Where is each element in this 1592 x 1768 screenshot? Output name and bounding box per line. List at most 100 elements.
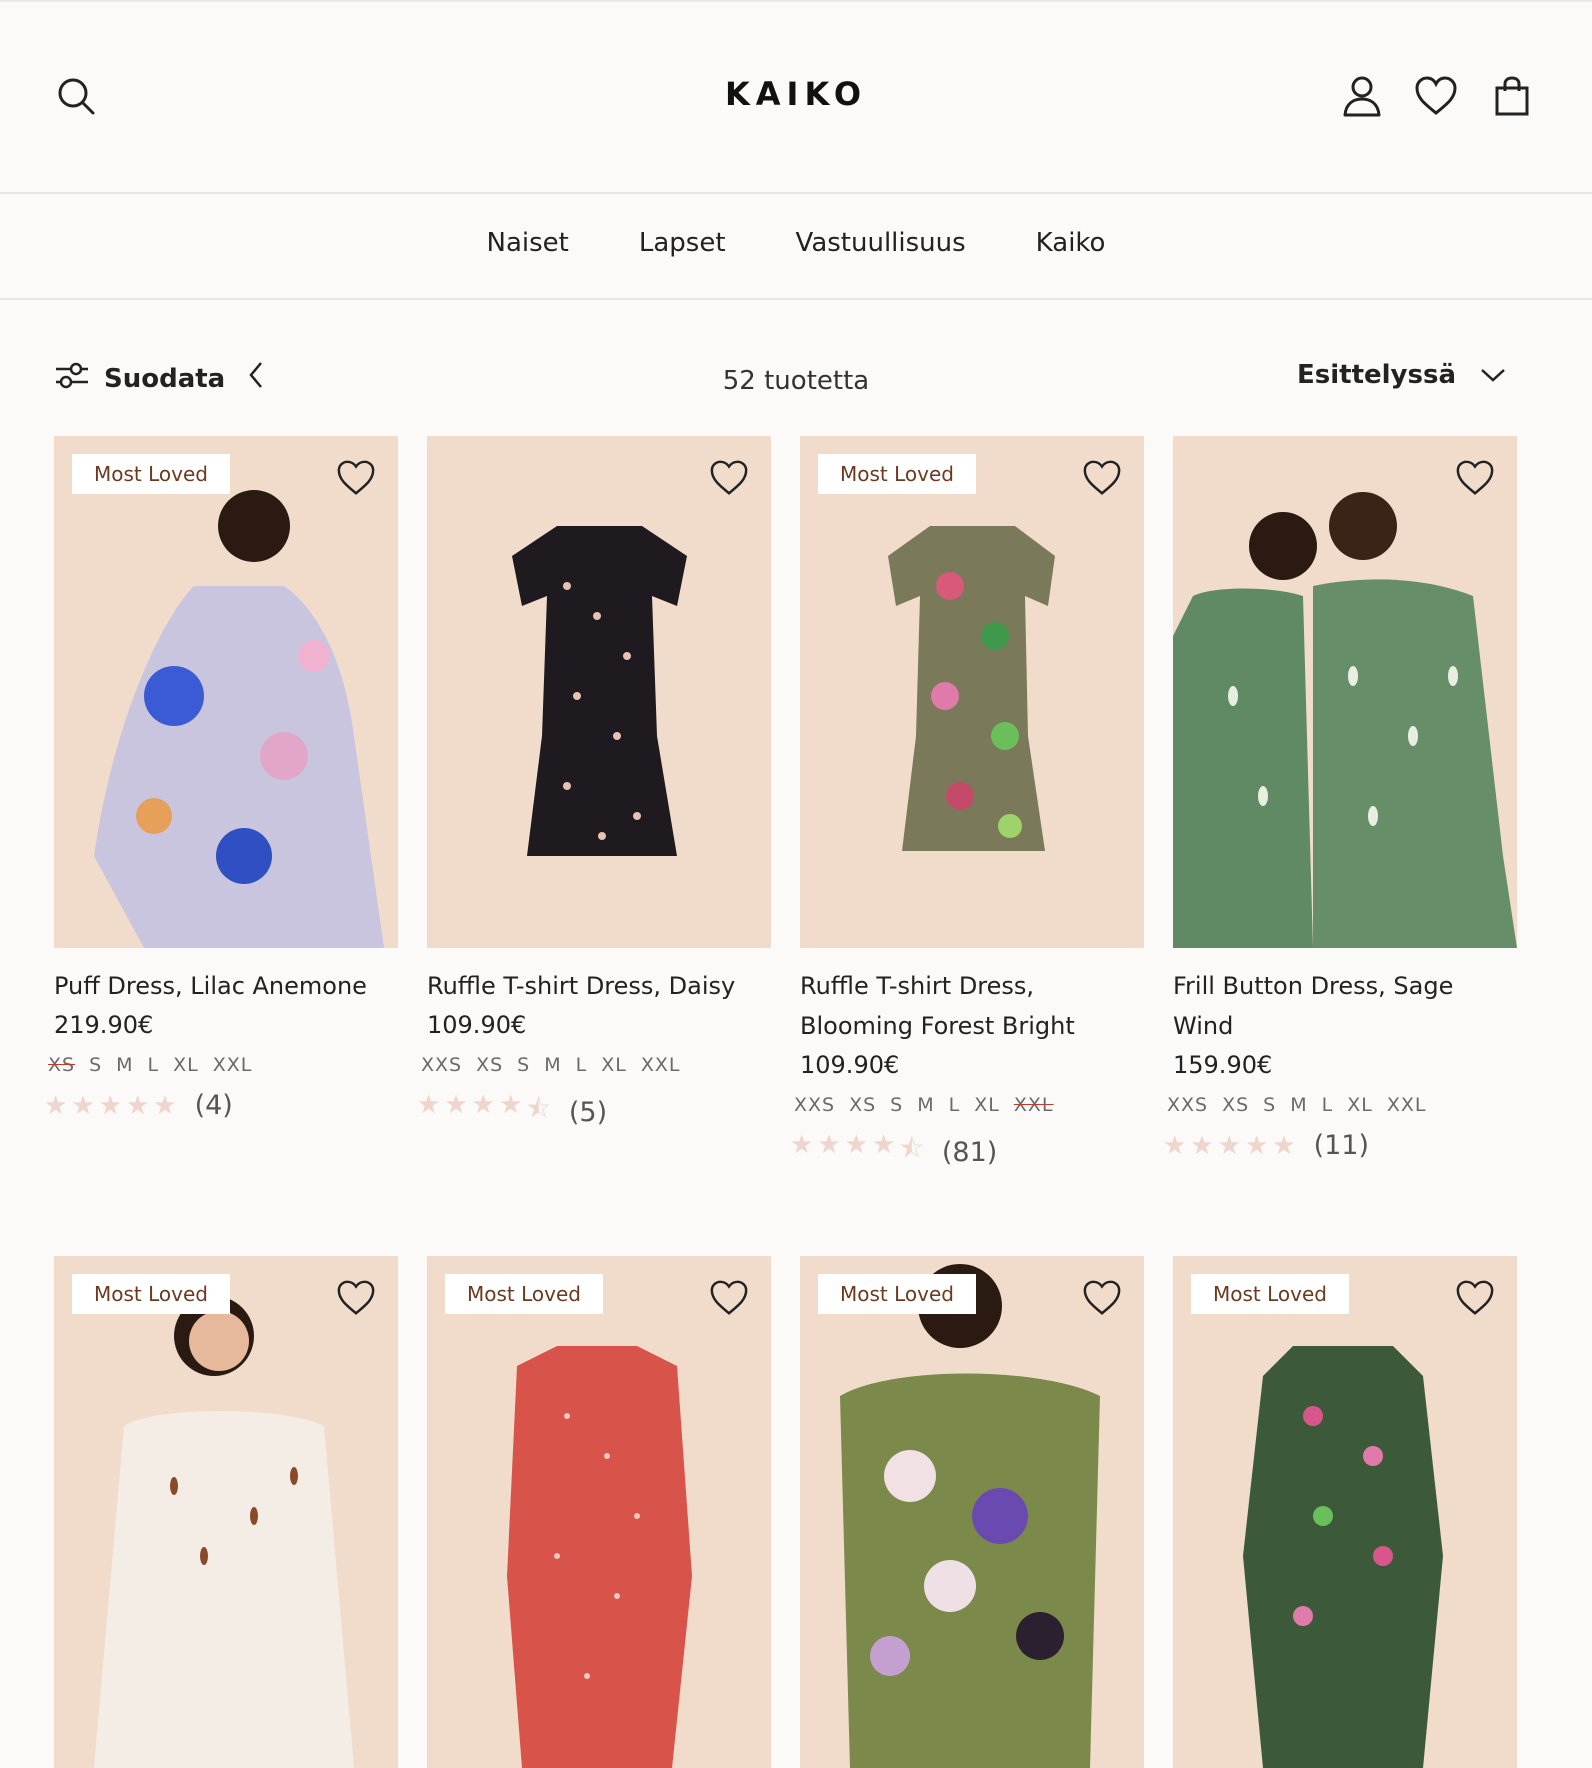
star-icon: ★ [1217,1130,1241,1161]
most-loved-badge: Most Loved [818,454,976,494]
star-icon: ★ [1163,1130,1187,1161]
heart-icon[interactable] [1082,1278,1122,1318]
review-count: (81) [941,1136,998,1168]
size-option[interactable]: XXL [213,1054,253,1076]
size-list: XXS XS S M L XL XXL [1167,1094,1517,1116]
most-loved-badge: Most Loved [818,1274,976,1314]
product-rating[interactable]: ★ ★ ★ ★ ★ (4) [44,1090,398,1121]
star-icon: ★ [153,1090,177,1121]
product-image[interactable]: Most Loved [427,1256,771,1768]
product-card[interactable]: Most Loved [427,1256,771,1768]
top-divider [0,0,1592,2]
product-image[interactable] [1173,436,1517,948]
product-name[interactable]: Ruffle T-shirt Dress, Daisy [427,966,771,1006]
size-option[interactable]: XS [476,1054,503,1076]
product-card[interactable]: Most Loved [800,1256,1144,1768]
product-image[interactable] [427,436,771,948]
size-list: XS S M L XL XXL [48,1054,398,1076]
shopping-bag-icon[interactable] [1490,74,1534,118]
product-image[interactable]: Most Loved [54,436,398,948]
size-option[interactable]: L [949,1094,961,1116]
product-card[interactable]: Frill Button Dress, Sage Wind 159.90€ XXS X… [1163,436,1517,1161]
star-icon: ★ [1244,1130,1269,1161]
size-option[interactable]: XL [173,1054,199,1076]
chevron-down-icon [1480,360,1506,390]
review-count: (11) [1313,1130,1369,1161]
heart-icon[interactable] [336,1278,376,1318]
star-icon: ★ [871,1130,896,1160]
most-loved-badge: Most Loved [72,454,230,494]
size-option[interactable]: S [890,1094,903,1116]
most-loved-badge: Most Loved [72,1274,230,1314]
star-icon: ★ [71,1090,95,1121]
heart-icon[interactable] [1455,1278,1495,1318]
size-list: XXS XS S M L XL XXL [421,1054,771,1076]
size-option[interactable]: S [517,1054,530,1076]
product-image[interactable]: Most Loved [1173,1256,1517,1768]
product-name[interactable]: Frill Button Dress, Sage Wind [1173,966,1517,1046]
heart-icon[interactable] [336,458,376,498]
wishlist-icon[interactable] [1414,74,1458,118]
size-option[interactable]: XL [1347,1094,1373,1116]
product-image[interactable]: Most Loved [800,1256,1144,1768]
product-image[interactable]: Most Loved [800,436,1144,948]
star-icon: ★ [444,1090,468,1120]
star-icon: ★ [817,1130,841,1160]
heart-icon[interactable] [709,458,749,498]
sort-label: Esittelyssä [1297,360,1456,390]
product-rating[interactable]: ★ ★ ★ ★ ★ (11) [1163,1130,1517,1161]
heart-icon[interactable] [709,1278,749,1318]
nav-item-lapset[interactable]: Lapset [639,228,726,258]
size-option[interactable]: XXS [421,1054,462,1076]
star-icon: ★ [498,1090,523,1120]
product-rating[interactable]: ★ ★ ★ ★ ⯪ (5) [417,1090,771,1134]
size-list: XXS XS S M L XL XXL [794,1094,1144,1116]
size-option[interactable]: XXS [794,1094,835,1116]
size-option[interactable]: XXL [641,1054,681,1076]
size-option[interactable]: M [116,1054,133,1076]
size-option[interactable]: XL [974,1094,1000,1116]
size-option[interactable]: M [917,1094,934,1116]
star-icon: ★ [844,1130,868,1160]
product-card[interactable]: Most Loved Ruffle T-shirt Dress, Blooming… [790,436,1144,1174]
nav-item-naiset[interactable]: Naiset [487,228,569,258]
nav-item-vastuullisuus[interactable]: Vastuullisuus [796,228,966,258]
product-card[interactable]: Most Loved [1173,1256,1517,1768]
product-card[interactable]: Most Loved [54,1256,398,1768]
review-count: (4) [194,1090,233,1121]
size-option[interactable]: M [1290,1094,1307,1116]
size-option[interactable]: L [148,1054,160,1076]
size-option[interactable]: S [1263,1094,1276,1116]
star-icon: ★ [98,1090,122,1121]
account-icon[interactable] [1340,74,1384,118]
star-icon: ★ [44,1090,68,1121]
product-price: 109.90€ [427,1011,527,1039]
size-option[interactable]: XS [48,1054,75,1076]
size-option[interactable]: XXS [1167,1094,1208,1116]
product-card[interactable]: Most Loved Puff Dress, Lilac Anemone 219.9… [44,436,398,1121]
product-name[interactable]: Puff Dress, Lilac Anemone [54,966,398,1006]
listing-toolbar: Suodata 52 tuotetta Esittelyssä [0,360,1592,410]
size-option[interactable]: M [544,1054,561,1076]
size-option[interactable]: XS [849,1094,876,1116]
product-price: 109.90€ [800,1051,900,1079]
size-option[interactable]: S [89,1054,102,1076]
product-rating[interactable]: ★ ★ ★ ★ ⯪ (81) [790,1130,1144,1174]
size-option[interactable]: XXL [1387,1094,1427,1116]
size-option[interactable]: L [1322,1094,1334,1116]
product-name[interactable]: Ruffle T-shirt Dress, Blooming Forest Br… [800,966,1144,1046]
product-image[interactable]: Most Loved [54,1256,398,1768]
main-navigation: Naiset Lapset Vastuullisuus Kaiko [0,194,1592,300]
size-option[interactable]: L [576,1054,588,1076]
nav-item-kaiko[interactable]: Kaiko [1036,228,1106,258]
star-icon: ★ [1190,1130,1214,1161]
most-loved-badge: Most Loved [445,1274,603,1314]
size-option[interactable]: XXL [1014,1094,1054,1116]
size-option[interactable]: XS [1222,1094,1249,1116]
star-icon: ★ [790,1130,814,1160]
sort-dropdown[interactable]: Esittelyssä [1297,360,1506,390]
product-card[interactable]: Ruffle T-shirt Dress, Daisy 109.90€ XXS XS S… [417,436,771,1134]
heart-icon[interactable] [1455,458,1495,498]
size-option[interactable]: XL [601,1054,627,1076]
heart-icon[interactable] [1082,458,1122,498]
